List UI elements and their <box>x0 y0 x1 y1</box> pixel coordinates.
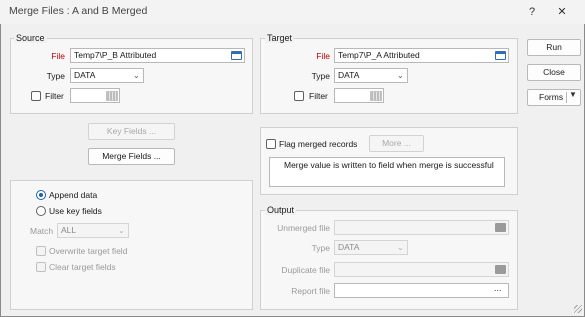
close-button[interactable]: Close <box>527 64 581 81</box>
target-legend: Target <box>265 33 295 43</box>
target-file-label: File <box>316 51 330 61</box>
chevron-down-icon: ⌄ <box>133 71 140 80</box>
duplicate-file-label: Duplicate file <box>281 265 330 275</box>
flag-value-field[interactable]: Merge value is written to field when mer… <box>269 157 505 187</box>
output-legend: Output <box>265 205 297 215</box>
chevron-down-icon: ⌄ <box>397 243 404 252</box>
flag-merged-checkbox[interactable] <box>266 139 276 149</box>
match-label: Match <box>30 226 54 236</box>
source-legend: Source <box>14 33 47 43</box>
close-icon[interactable]: ✕ <box>553 3 571 21</box>
clear-target-label: Clear target fields <box>49 262 116 272</box>
chevron-down-icon: ⌄ <box>397 71 404 80</box>
filter-grid-icon[interactable] <box>370 91 382 101</box>
source-file-value: Temp7\P_B Attributed <box>74 50 157 60</box>
resize-grip-icon[interactable] <box>574 305 582 313</box>
forms-split-divider <box>566 92 567 103</box>
source-file-input[interactable]: Temp7\P_B Attributed <box>70 48 245 63</box>
target-type-label: Type <box>311 71 330 81</box>
append-data-label: Append data <box>49 190 98 200</box>
target-filter-label: Filter <box>309 91 328 101</box>
match-value: ALL <box>61 225 77 235</box>
help-icon[interactable]: ? <box>523 3 541 21</box>
flag-description: Merge value is written to field when mer… <box>284 160 494 170</box>
use-key-fields-label: Use key fields <box>49 206 102 216</box>
chevron-down-icon: ⌄ <box>118 226 125 235</box>
overwrite-target-checkbox[interactable] <box>36 246 46 256</box>
source-filter-label: Filter <box>45 91 64 101</box>
caret-down-icon[interactable]: ▼ <box>569 90 577 99</box>
flag-merged-label: Flag merged records <box>279 139 358 149</box>
merge-fields-button[interactable]: Merge Fields ... <box>88 148 175 165</box>
file-browse-icon[interactable] <box>495 265 506 274</box>
target-file-input[interactable]: Temp7\P_A Attributed <box>334 48 509 63</box>
key-fields-button[interactable]: Key Fields ... <box>88 123 175 140</box>
overwrite-target-label: Overwrite target field <box>49 246 128 256</box>
report-file-label: Report file <box>291 286 330 296</box>
file-browse-icon[interactable] <box>231 51 242 60</box>
unmerged-file-label: Unmerged file <box>277 223 330 233</box>
output-type-value: DATA <box>338 242 360 252</box>
report-file-input[interactable] <box>334 283 509 298</box>
append-data-radio[interactable] <box>36 190 46 200</box>
target-file-value: Temp7\P_A Attributed <box>338 50 420 60</box>
filter-grid-icon[interactable] <box>106 91 118 101</box>
run-button[interactable]: Run <box>527 39 581 56</box>
source-filter-checkbox[interactable] <box>31 91 41 101</box>
source-type-value: DATA <box>74 70 96 80</box>
unmerged-file-input[interactable] <box>334 220 509 235</box>
output-type-label: Type <box>311 243 330 253</box>
window-title: Merge Files : A and B Merged <box>9 5 148 17</box>
source-type-label: Type <box>46 71 65 81</box>
more-button[interactable]: More ... <box>369 135 424 152</box>
file-browse-icon[interactable] <box>495 51 506 60</box>
target-type-value: DATA <box>338 70 360 80</box>
forms-label: Forms <box>539 92 564 102</box>
mode-group <box>10 180 253 310</box>
source-file-label: File <box>51 51 65 61</box>
report-browse-button[interactable]: ... <box>494 283 502 293</box>
duplicate-file-input[interactable] <box>334 262 509 277</box>
target-filter-checkbox[interactable] <box>294 91 304 101</box>
clear-target-checkbox[interactable] <box>36 262 46 272</box>
file-browse-icon[interactable] <box>495 223 506 232</box>
use-key-fields-radio[interactable] <box>36 206 46 216</box>
